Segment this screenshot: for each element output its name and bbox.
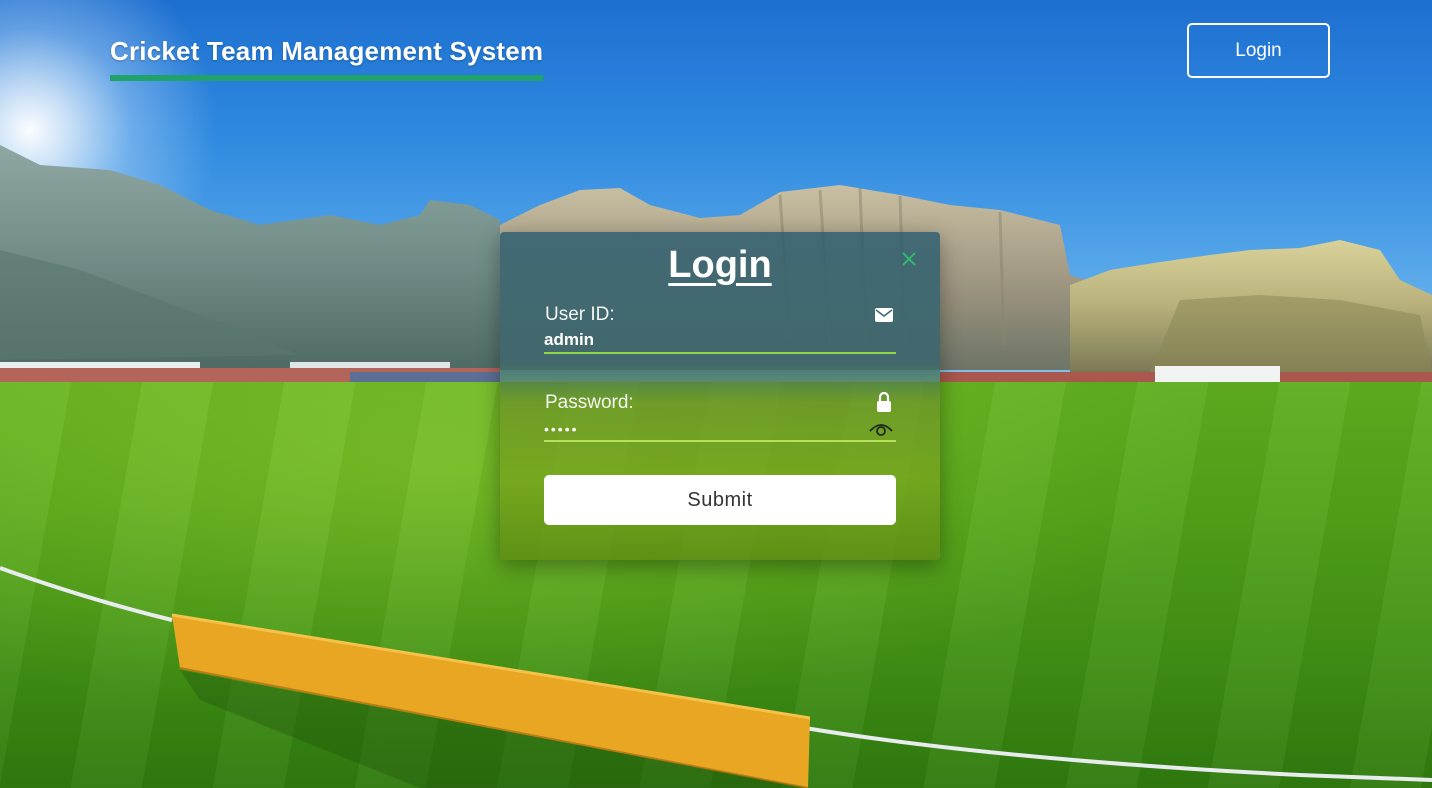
password-label: Password: — [545, 392, 634, 413]
user-id-label: User ID: — [545, 304, 615, 325]
lock-icon — [873, 391, 895, 413]
envelope-icon — [873, 304, 895, 326]
close-icon[interactable] — [898, 248, 920, 270]
submit-button[interactable]: Submit — [544, 475, 896, 525]
header-login-button[interactable]: Login — [1187, 23, 1330, 78]
user-id-input[interactable] — [544, 328, 896, 354]
modal-title: Login — [668, 244, 772, 286]
login-page: Cricket Team Management System Login Log… — [0, 0, 1432, 788]
login-modal: Login User ID: Password: ••••• — [500, 232, 940, 560]
password-input[interactable]: ••••• — [544, 422, 896, 442]
eye-icon[interactable] — [868, 420, 894, 438]
brand-title: Cricket Team Management System — [110, 36, 544, 81]
